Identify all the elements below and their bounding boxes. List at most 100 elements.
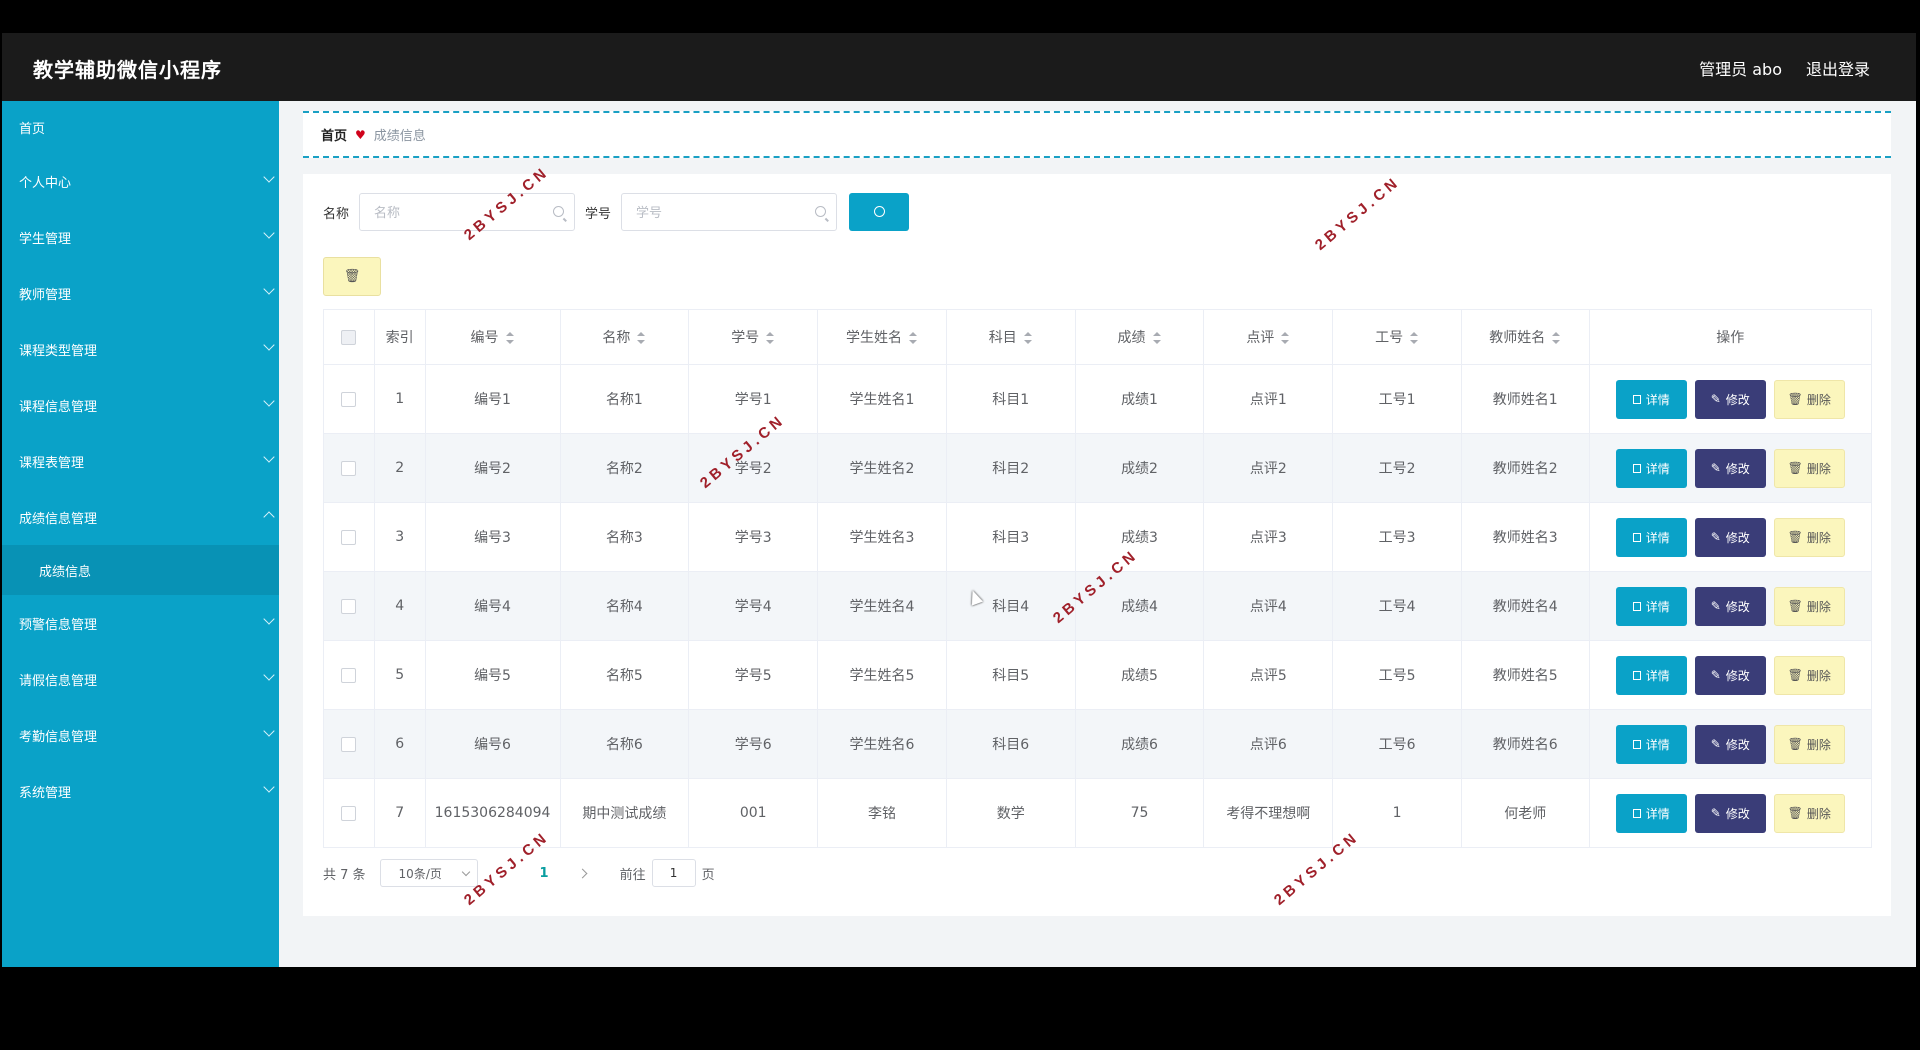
table-cell: 工号2 xyxy=(1332,433,1462,503)
goto-page-input[interactable] xyxy=(651,859,696,887)
table-row: 1 编号1 名称1 学号1 学生姓名1 科目1 成绩1 点评1 工号1 教师姓名1 详情 ✎ 修改 🗑 删除 xyxy=(323,364,1873,434)
student-no-search-box xyxy=(621,193,838,232)
delete-button[interactable]: 🗑 删除 xyxy=(1773,724,1845,764)
edit-button[interactable]: ✎ 修改 xyxy=(1694,448,1766,488)
sort-icon[interactable] xyxy=(1023,332,1033,344)
column-header-label: 教师姓名 xyxy=(1489,330,1546,346)
row-checkbox[interactable] xyxy=(341,598,357,614)
sort-icon[interactable] xyxy=(636,332,646,344)
column-header-staff-no[interactable]: 工号 xyxy=(1332,309,1462,365)
table-cell: 考得不理想啊 xyxy=(1203,778,1334,848)
sidebar-item-students[interactable]: 学生管理 xyxy=(2,209,279,265)
name-search-input[interactable] xyxy=(360,194,547,232)
sidebar-item-grades[interactable]: 成绩信息管理 xyxy=(2,489,279,545)
delete-button[interactable]: 🗑 删除 xyxy=(1773,448,1845,488)
column-header-student-no[interactable]: 学号 xyxy=(688,309,819,365)
student-no-search-input[interactable] xyxy=(622,194,809,232)
sort-icon[interactable] xyxy=(908,332,918,344)
sidebar-item-course-types[interactable]: 课程类型管理 xyxy=(2,321,279,377)
breadcrumb-current: 成绩信息 xyxy=(373,129,426,144)
edit-button[interactable]: ✎ 修改 xyxy=(1694,379,1766,419)
sidebar-item-leave[interactable]: 请假信息管理 xyxy=(2,651,279,707)
sidebar-item-warnings[interactable]: 预警信息管理 xyxy=(2,595,279,651)
page-size-select[interactable]: 10条/页 xyxy=(379,859,478,887)
detail-button[interactable]: 详情 xyxy=(1615,655,1687,695)
detail-button[interactable]: 详情 xyxy=(1615,448,1687,488)
trash-icon: 🗑 xyxy=(1787,668,1803,682)
sidebar-item-personal-center[interactable]: 个人中心 xyxy=(2,153,279,209)
edit-button[interactable]: ✎ 修改 xyxy=(1694,724,1766,764)
table-cell: 科目2 xyxy=(945,433,1076,503)
delete-button[interactable]: 🗑 删除 xyxy=(1773,379,1845,419)
table-cell: 李铭 xyxy=(817,778,947,848)
delete-button[interactable]: 🗑 删除 xyxy=(1773,655,1845,695)
detail-button[interactable]: 详情 xyxy=(1615,724,1687,764)
column-header-comment[interactable]: 点评 xyxy=(1203,309,1334,365)
table-cell: 学生姓名1 xyxy=(817,364,947,434)
sidebar-item-teachers[interactable]: 教师管理 xyxy=(2,265,279,321)
edit-button[interactable]: ✎ 修改 xyxy=(1694,586,1766,626)
batch-delete-button[interactable]: 🗑 xyxy=(323,257,381,296)
row-checkbox[interactable] xyxy=(341,736,357,752)
delete-button[interactable]: 🗑 删除 xyxy=(1773,517,1845,557)
sidebar-item-attendance[interactable]: 考勤信息管理 xyxy=(2,707,279,763)
row-checkbox[interactable] xyxy=(341,667,357,683)
delete-button[interactable]: 🗑 删除 xyxy=(1773,586,1845,626)
column-header-name[interactable]: 名称 xyxy=(559,309,690,365)
column-header-label: 点评 xyxy=(1246,330,1275,346)
sidebar-subitem-grade-info[interactable]: 成绩信息 xyxy=(2,545,279,595)
edit-button[interactable]: ✎ 修改 xyxy=(1694,517,1766,557)
row-actions-cell: 详情 ✎ 修改 🗑 删除 xyxy=(1588,778,1873,848)
trash-icon: 🗑 xyxy=(1787,392,1803,406)
column-header-label: 学生姓名 xyxy=(845,330,902,346)
row-select-cell xyxy=(323,502,375,572)
row-checkbox[interactable] xyxy=(341,460,357,476)
edit-button[interactable]: ✎ 修改 xyxy=(1694,793,1766,833)
edit-button[interactable]: ✎ 修改 xyxy=(1694,655,1766,695)
trash-icon: 🗑 xyxy=(1787,599,1803,613)
sort-icon[interactable] xyxy=(1152,332,1162,344)
select-all-checkbox[interactable] xyxy=(341,329,357,345)
delete-button[interactable]: 🗑 删除 xyxy=(1773,793,1845,833)
table-cell: 7 xyxy=(373,778,426,848)
detail-button[interactable]: 详情 xyxy=(1615,793,1687,833)
sidebar-item-schedule[interactable]: 课程表管理 xyxy=(2,433,279,489)
detail-button[interactable]: 详情 xyxy=(1615,379,1687,419)
next-page-icon[interactable] xyxy=(577,868,588,878)
column-header-teacher-name[interactable]: 教师姓名 xyxy=(1460,309,1590,365)
row-checkbox[interactable] xyxy=(341,391,357,407)
table-cell: 工号3 xyxy=(1332,502,1462,572)
table-cell: 75 xyxy=(1074,778,1205,848)
sidebar: 首页 个人中心 学生管理 教师管理 课程类型管理 课程信息管理 课程表管理 成绩… xyxy=(2,101,279,967)
search-button[interactable] xyxy=(849,193,910,231)
sidebar-item-course-info[interactable]: 课程信息管理 xyxy=(2,377,279,433)
admin-user-label[interactable]: 管理员 abo xyxy=(1699,56,1782,80)
page-number-current[interactable]: 1 xyxy=(540,866,549,881)
sidebar-item-system[interactable]: 系统管理 xyxy=(2,763,279,819)
row-checkbox[interactable] xyxy=(341,805,357,821)
top-bar: 教学辅助微信小程序 管理员 abo 退出登录 xyxy=(2,33,1916,101)
sort-icon[interactable] xyxy=(505,332,515,344)
chevron-down-icon xyxy=(263,781,275,793)
logout-link[interactable]: 退出登录 xyxy=(1806,56,1870,80)
pencil-icon: ✎ xyxy=(1710,392,1721,406)
column-header-code[interactable]: 编号 xyxy=(424,309,561,365)
column-header-subject[interactable]: 科目 xyxy=(945,309,1076,365)
sidebar-item-home[interactable]: 首页 xyxy=(2,101,279,153)
detail-button[interactable]: 详情 xyxy=(1615,517,1687,557)
column-header-student-name[interactable]: 学生姓名 xyxy=(817,309,947,365)
sidebar-item-label: 考勤信息管理 xyxy=(19,729,98,745)
table-cell: 科目6 xyxy=(945,709,1076,779)
sort-icon[interactable] xyxy=(765,332,775,344)
sort-icon[interactable] xyxy=(1409,332,1419,344)
row-checkbox[interactable] xyxy=(341,529,357,545)
column-header-score[interactable]: 成绩 xyxy=(1074,309,1205,365)
detail-button[interactable]: 详情 xyxy=(1615,586,1687,626)
table-cell: 1615306284094 xyxy=(424,778,561,848)
sort-icon[interactable] xyxy=(1280,332,1290,344)
sidebar-item-label: 成绩信息管理 xyxy=(19,511,98,527)
sort-icon[interactable] xyxy=(1551,332,1561,344)
breadcrumb-home[interactable]: 首页 xyxy=(321,125,347,144)
detail-button-label: 详情 xyxy=(1645,806,1670,821)
app-title: 教学辅助微信小程序 xyxy=(33,58,222,82)
